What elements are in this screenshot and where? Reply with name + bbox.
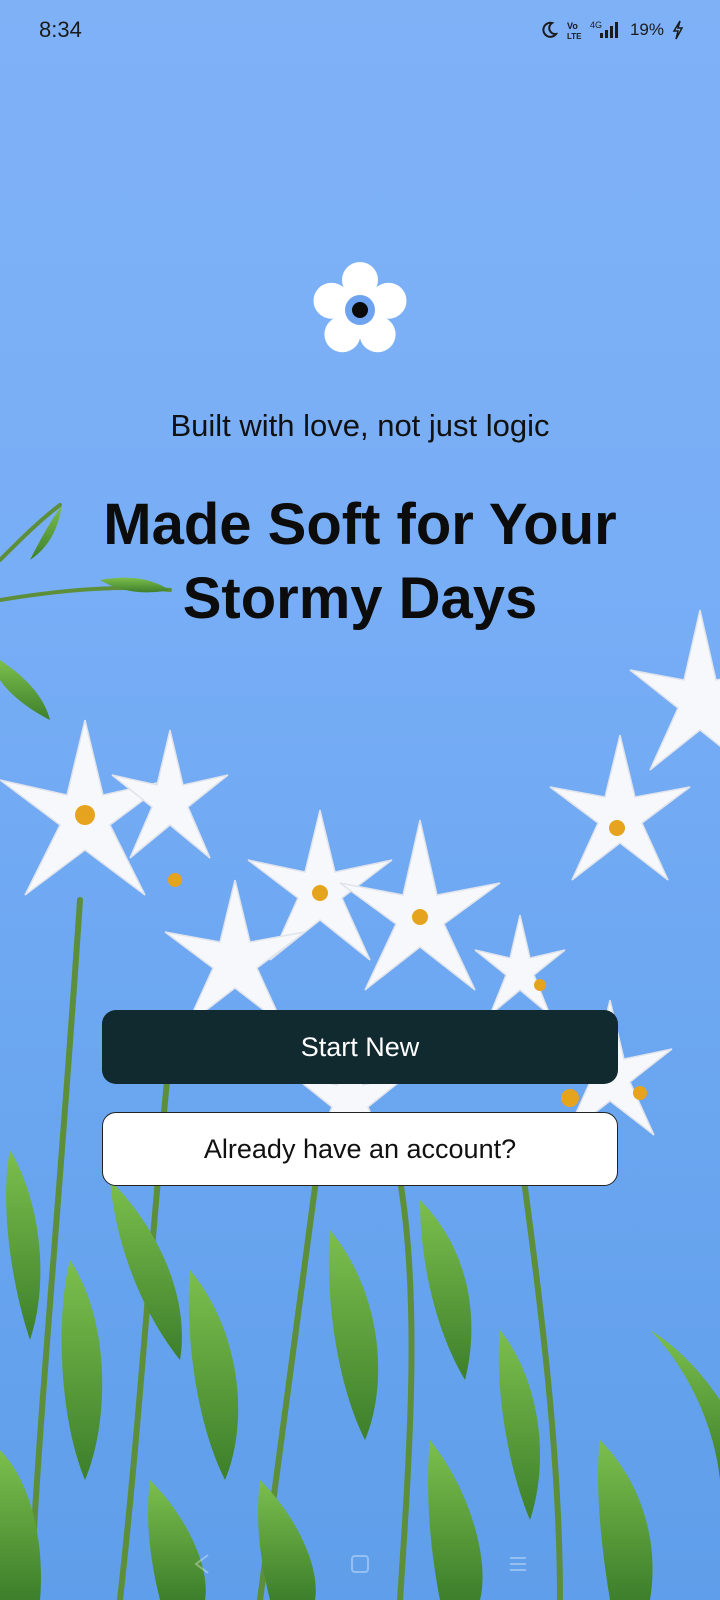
home-nav-icon[interactable] <box>348 1552 372 1576</box>
background-flower-photo <box>0 503 720 1600</box>
battery-charging-icon <box>672 20 684 40</box>
start-new-button[interactable]: Start New <box>102 1010 618 1084</box>
moon-icon <box>540 21 558 39</box>
signal-icon: 4G <box>590 20 622 40</box>
status-bar: 8:34 Vo LTE 4G 19% <box>0 0 720 62</box>
status-icons: Vo LTE 4G 19% <box>540 20 684 40</box>
headline-line-2: Stormy Days <box>182 566 538 631</box>
headline: Made Soft for Your Stormy Days <box>60 488 660 636</box>
recents-nav-icon[interactable] <box>506 1552 530 1576</box>
headline-line-1: Made Soft for Your <box>103 492 617 557</box>
status-time: 8:34 <box>39 17 82 42</box>
network-type-label: 4G <box>590 20 602 30</box>
back-nav-icon[interactable] <box>190 1552 214 1576</box>
battery-percent: 19% <box>629 20 664 39</box>
tagline: Built with love, not just logic <box>170 408 550 443</box>
flower-icon <box>308 258 412 362</box>
volte-icon: Vo LTE <box>566 20 582 40</box>
svg-text:Vo: Vo <box>567 21 578 31</box>
svg-text:LTE: LTE <box>567 32 582 40</box>
login-button[interactable]: Already have an account? <box>102 1112 618 1186</box>
